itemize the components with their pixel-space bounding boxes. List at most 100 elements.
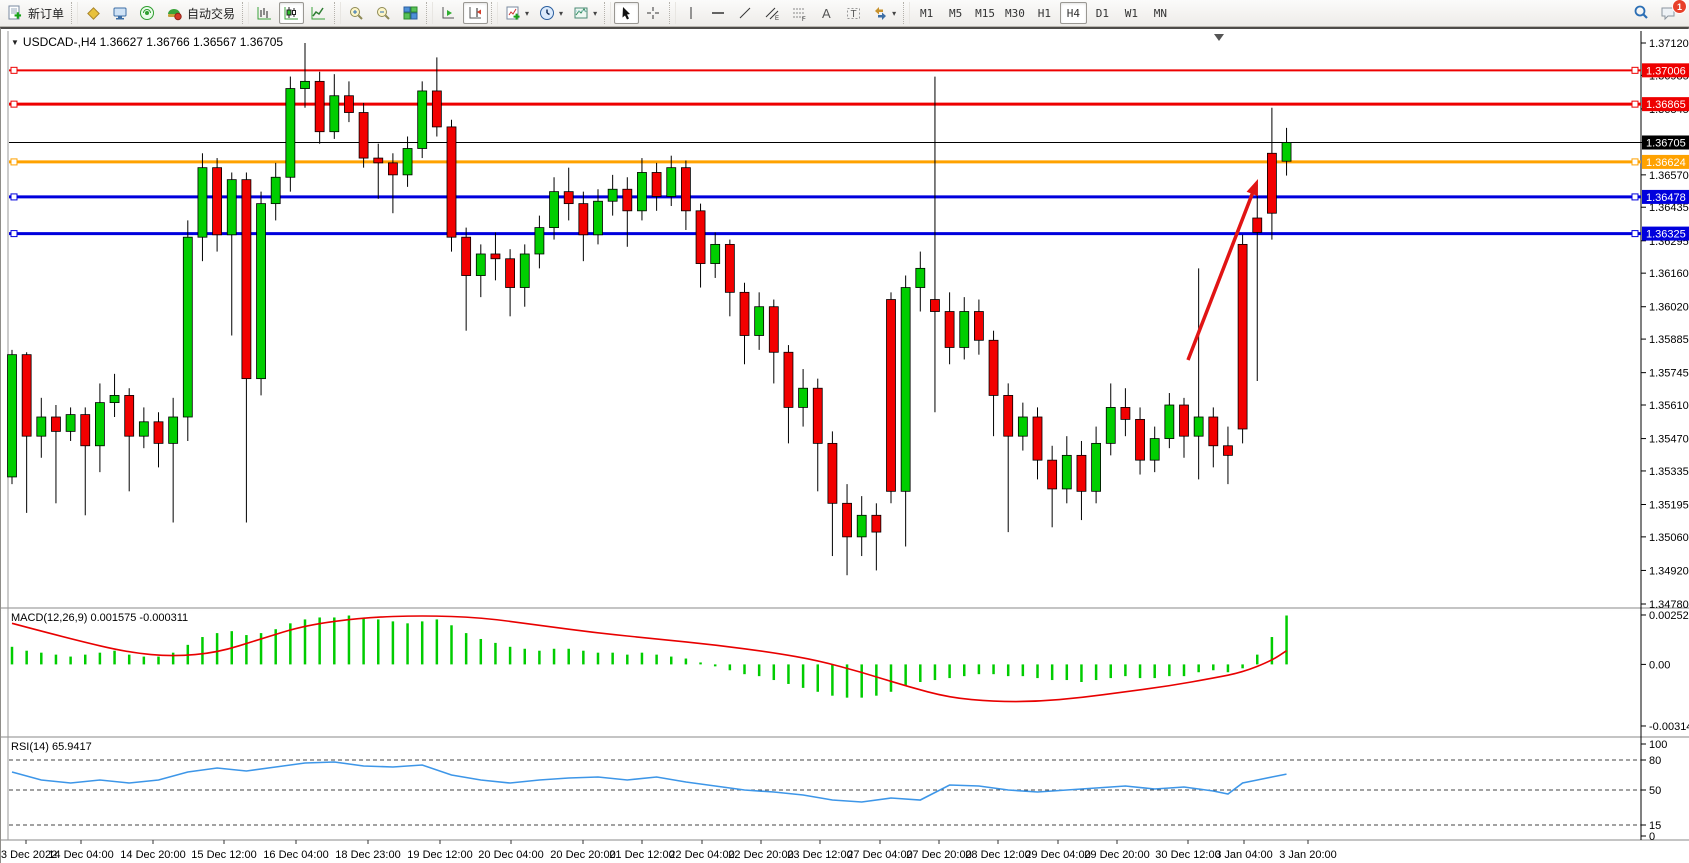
autotrade-button[interactable]: 自动交易 [162, 2, 239, 24]
autotrade-icon [166, 5, 183, 22]
zoom-out-button[interactable] [371, 2, 396, 24]
periods-button[interactable]: ▾ [535, 2, 567, 24]
tf-w1-button[interactable]: W1 [1118, 2, 1145, 24]
vline-button[interactable] [679, 2, 704, 24]
candle [154, 422, 163, 444]
candle [1238, 244, 1247, 429]
crosshair-button[interactable] [641, 2, 666, 24]
candle [989, 340, 998, 395]
svg-text:1.36705: 1.36705 [1646, 137, 1686, 149]
tf-m1-button[interactable]: M1 [913, 2, 940, 24]
candle [594, 201, 603, 235]
chart-shift-button[interactable] [463, 2, 488, 24]
chart-background [1, 29, 1689, 863]
timeframe-label: M1 [920, 7, 933, 20]
toolbar-group: M1 M5M15M30H1H4D1W1MN [912, 0, 1175, 27]
candle [608, 189, 617, 201]
label-button[interactable]: T [841, 2, 866, 24]
notifications-button[interactable]: 1 [1656, 2, 1682, 24]
diamond-icon [85, 5, 102, 22]
line-chart-button[interactable] [306, 2, 331, 24]
shapes-button[interactable]: ▾ [868, 2, 900, 24]
candle [403, 148, 412, 174]
cursor-button[interactable] [614, 2, 639, 24]
search-button[interactable] [1628, 2, 1654, 24]
chevron-down-icon: ▾ [559, 9, 563, 18]
svg-text:1.36325: 1.36325 [1646, 229, 1686, 241]
candle [95, 403, 104, 446]
line-handle[interactable] [1632, 67, 1638, 73]
line-handle[interactable] [11, 231, 17, 237]
zoom-out-icon [375, 5, 392, 22]
candle [462, 237, 471, 275]
svg-text:22 Dec 20:00: 22 Dec 20:00 [728, 849, 793, 861]
tf-mn-button[interactable]: MN [1147, 2, 1174, 24]
svg-text:20 Dec 20:00: 20 Dec 20:00 [550, 849, 615, 861]
profile-button[interactable] [108, 2, 133, 24]
tf-m5-button[interactable]: M5 [942, 2, 969, 24]
new-order-button[interactable]: 新订单 [3, 2, 68, 24]
bar-chart-button[interactable] [252, 2, 277, 24]
tf-h1-button[interactable]: H1 [1031, 2, 1058, 24]
candle [1253, 218, 1262, 232]
candle-chart-button[interactable] [279, 2, 304, 24]
tf-m15-button[interactable]: M15 [971, 2, 999, 24]
chart-canvas[interactable]: 1.371201.369851.368451.367051.365701.364… [1, 29, 1689, 863]
new-order-icon [7, 5, 24, 22]
zoom-in-button[interactable] [344, 2, 369, 24]
svg-text:T: T [851, 9, 857, 20]
auto-scroll-button[interactable] [436, 2, 461, 24]
line-handle[interactable] [11, 194, 17, 200]
template-icon [573, 5, 590, 22]
line-handle[interactable] [1632, 159, 1638, 165]
toolbar-separator [491, 2, 498, 24]
tile-windows-button[interactable] [398, 2, 423, 24]
svg-text:27 Dec 04:00: 27 Dec 04:00 [847, 849, 912, 861]
toolbar-separator [242, 2, 249, 24]
candle [813, 388, 822, 443]
indicators-button[interactable]: ▾ [501, 2, 533, 24]
candle [374, 158, 383, 163]
candle [22, 355, 31, 437]
svg-text:E: E [775, 16, 779, 22]
line-handle[interactable] [11, 67, 17, 73]
candle [1194, 417, 1203, 436]
hline-button[interactable] [706, 2, 731, 24]
symbols-button[interactable] [81, 2, 106, 24]
candle [301, 81, 310, 88]
fibo-button[interactable]: F [787, 2, 812, 24]
tf-d1-button[interactable]: D1 [1089, 2, 1116, 24]
signals-button[interactable] [135, 2, 160, 24]
candle [974, 312, 983, 341]
trendline-button[interactable] [733, 2, 758, 24]
candle [125, 395, 134, 436]
svg-text:-0.003149: -0.003149 [1649, 721, 1689, 733]
svg-text:20 Dec 04:00: 20 Dec 04:00 [478, 849, 543, 861]
line-handle[interactable] [11, 101, 17, 107]
line-handle[interactable] [1632, 231, 1638, 237]
svg-text:A: A [822, 6, 831, 21]
svg-text:0.002527: 0.002527 [1649, 610, 1689, 622]
rsi-indicator-label: RSI(14) 65.9417 [11, 741, 92, 753]
candle [476, 254, 485, 276]
line-handle[interactable] [1632, 101, 1638, 107]
tf-m30-button[interactable]: M30 [1001, 2, 1029, 24]
notification-badge: 1 [1672, 0, 1687, 14]
svg-text:14 Dec 20:00: 14 Dec 20:00 [120, 849, 185, 861]
candle [769, 307, 778, 353]
candle [872, 515, 881, 532]
chart-dropdown-icon[interactable]: ▼ [11, 38, 19, 47]
templates-button[interactable]: ▾ [569, 2, 601, 24]
svg-text:1.34920: 1.34920 [1649, 565, 1689, 577]
svg-text:3 Jan 04:00: 3 Jan 04:00 [1215, 849, 1273, 861]
tf-h4-button[interactable]: H4 [1060, 2, 1087, 24]
shapes-icon [872, 5, 889, 22]
line-handle[interactable] [1632, 194, 1638, 200]
candle [271, 177, 280, 203]
toolbar-button-label: 新订单 [28, 5, 64, 22]
text-button[interactable]: A [814, 2, 839, 24]
line-handle[interactable] [11, 159, 17, 165]
channel-button[interactable]: E [760, 2, 785, 24]
candle [183, 237, 192, 417]
candle [506, 259, 515, 288]
